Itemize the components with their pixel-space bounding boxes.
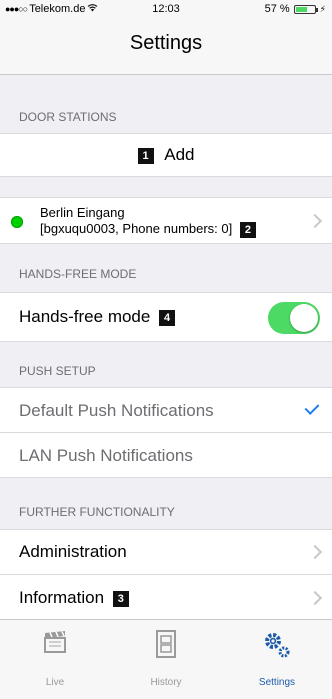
- door-station-detail: [bgxuqu0003, Phone numbers: 0]: [40, 221, 233, 236]
- door-station-item[interactable]: Berlin Eingang [bgxuqu0003, Phone number…: [0, 197, 332, 244]
- section-header-further-functionality: FURTHER FUNCTIONALITY: [19, 505, 175, 519]
- status-bar: ●●●○○ Telekom.de 12:03 57 % ⚡: [0, 0, 332, 20]
- annotation-badge-2: 2: [239, 221, 256, 238]
- tab-settings[interactable]: Settings: [222, 620, 332, 699]
- battery-icon: [293, 4, 318, 14]
- information-label: Information: [19, 588, 105, 607]
- section-header-push-setup: PUSH SETUP: [19, 364, 96, 378]
- annotation-badge-1: 1: [137, 147, 154, 164]
- tab-settings-label: Settings: [258, 677, 296, 688]
- lan-push-notifications-option[interactable]: LAN Push Notifications: [0, 432, 332, 478]
- default-push-notifications-option[interactable]: Default Push Notifications: [0, 387, 332, 432]
- toggle-knob: [290, 304, 318, 332]
- door-station-name: Berlin Eingang: [40, 205, 125, 220]
- default-push-label: Default Push Notifications: [19, 401, 214, 420]
- section-header-door-stations: DOOR STATIONS: [19, 110, 117, 124]
- battery-info: 57 % ⚡: [265, 3, 326, 15]
- gears-icon: [262, 630, 292, 663]
- chevron-right-icon: [307, 213, 323, 229]
- information-item[interactable]: Information 3: [0, 574, 332, 620]
- annotation-badge-3: 3: [112, 590, 129, 607]
- hands-free-label: Hands-free mode: [19, 307, 151, 326]
- navigation-bar: Settings: [0, 20, 332, 75]
- chevron-right-icon: [307, 590, 323, 606]
- film-strip-icon: [156, 630, 176, 661]
- charging-icon: ⚡: [319, 3, 326, 14]
- checkmark-icon: [304, 400, 320, 415]
- annotation-badge-4: 4: [159, 309, 176, 326]
- hands-free-toggle[interactable]: [268, 302, 320, 334]
- lan-push-label: LAN Push Notifications: [19, 446, 193, 465]
- battery-percent: 57 %: [264, 3, 290, 15]
- clapperboard-icon: [42, 630, 68, 657]
- administration-item[interactable]: Administration: [0, 529, 332, 574]
- page-title: Settings: [129, 32, 203, 54]
- chevron-right-icon: [307, 544, 323, 560]
- tab-bar: Live History Settings: [0, 619, 332, 699]
- hands-free-mode-row: Hands-free mode 4: [0, 292, 332, 342]
- add-door-station-button[interactable]: 1 Add: [0, 133, 332, 177]
- section-header-hands-free: HANDS-FREE MODE: [19, 267, 137, 281]
- tab-live[interactable]: Live: [0, 620, 110, 699]
- tab-live-label: Live: [45, 677, 65, 688]
- tab-history-label: History: [150, 677, 182, 688]
- administration-label: Administration: [19, 542, 127, 561]
- add-label: Add: [164, 145, 195, 164]
- online-status-icon: [11, 216, 23, 228]
- phone-screen: ●●●○○ Telekom.de 12:03 57 % ⚡ Settings D…: [0, 0, 332, 699]
- tab-history[interactable]: History: [111, 620, 221, 699]
